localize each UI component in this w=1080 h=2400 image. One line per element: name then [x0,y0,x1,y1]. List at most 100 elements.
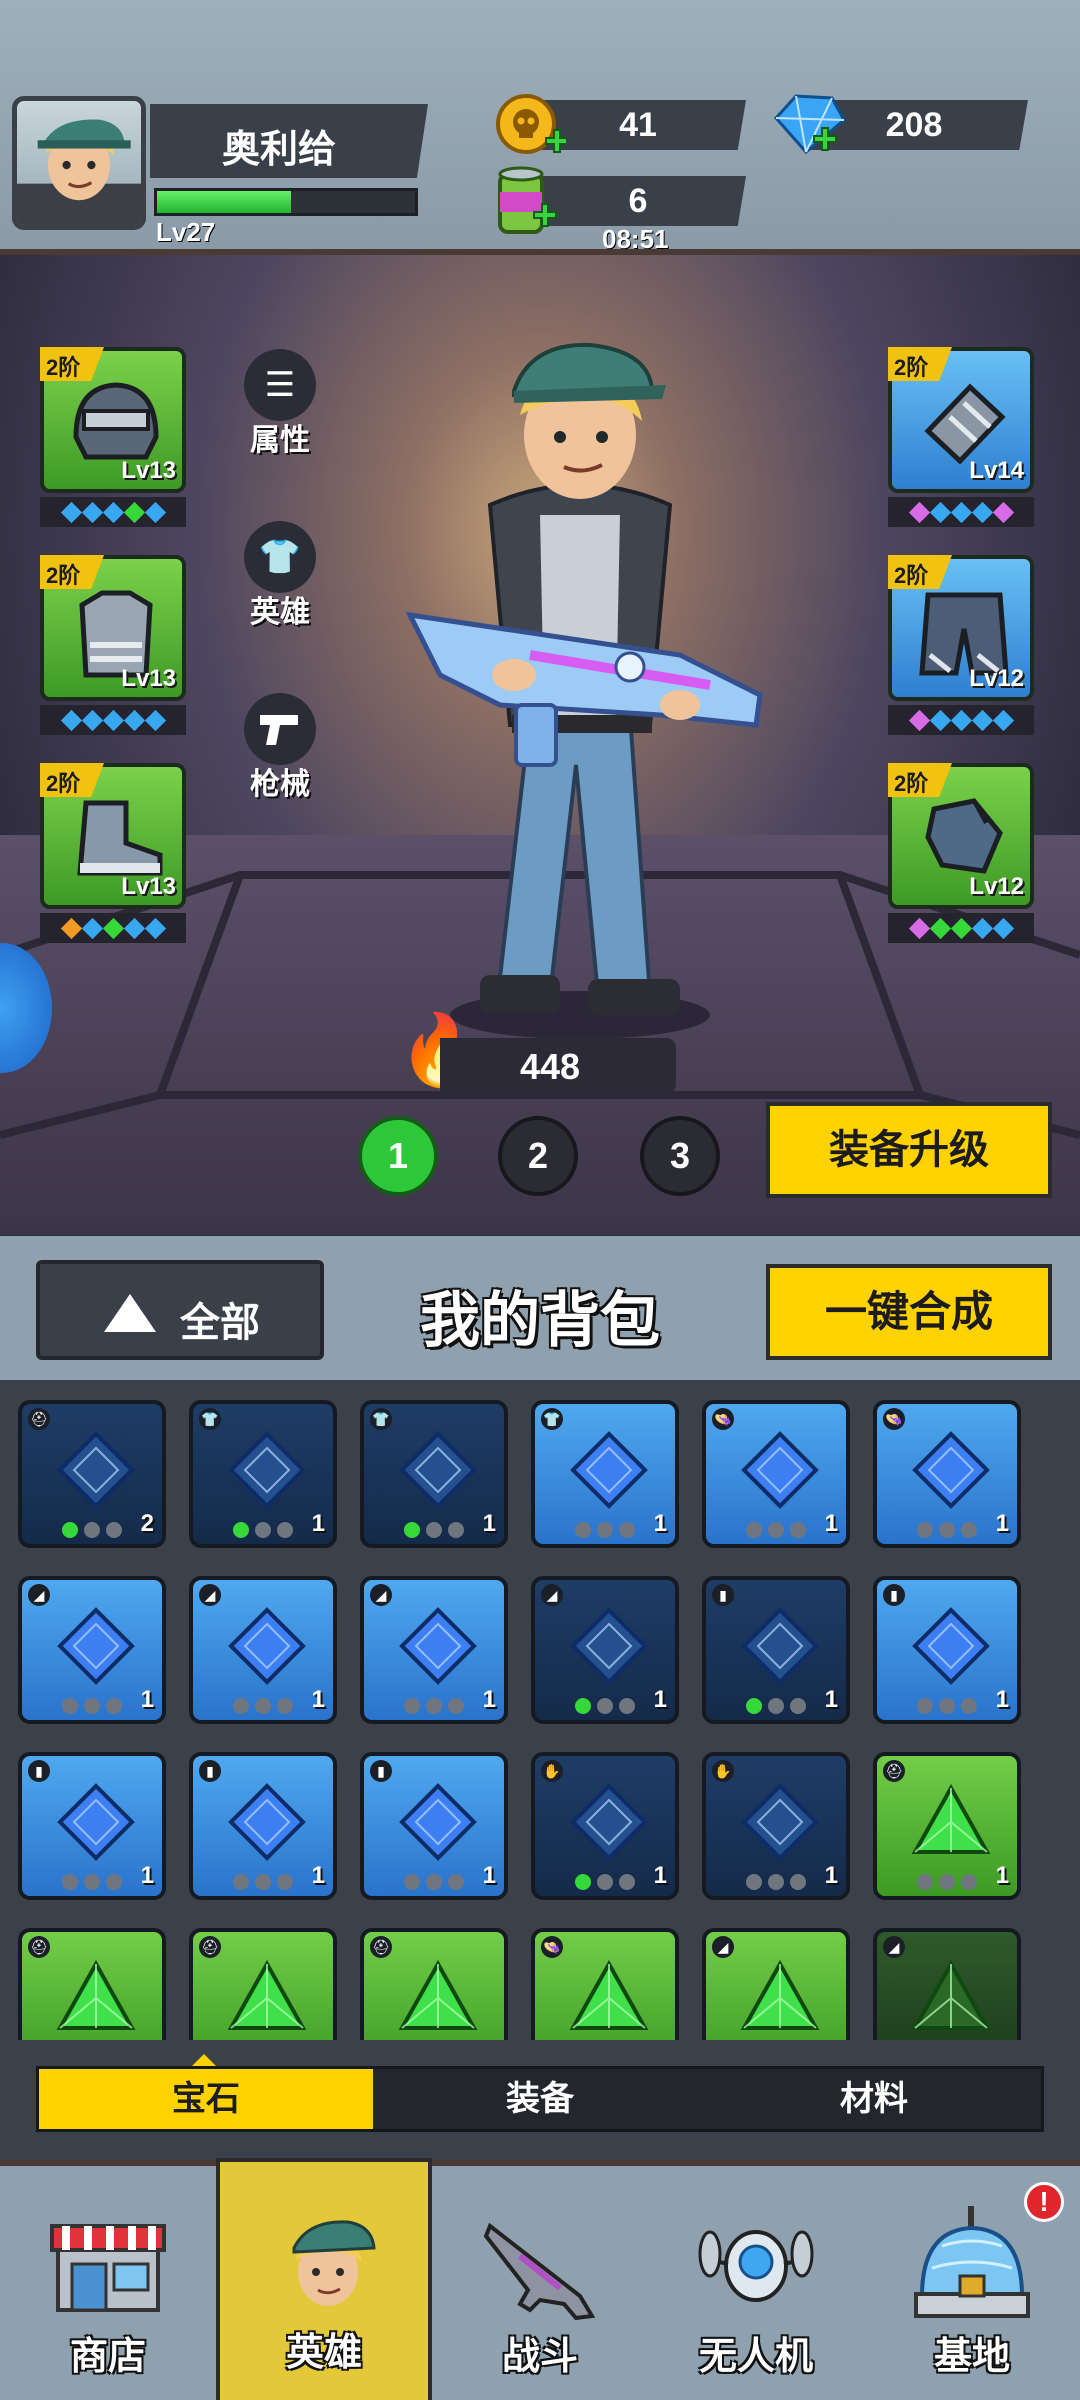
nav-shop-label: 商店 [69,2336,146,2378]
category-tabbar: 宝石 装备 材料 [0,2040,1080,2160]
equipment-slot-right-1[interactable]: 2阶 Lv14 [888,347,1034,493]
one-click-merge-button[interactable]: 一键合成 [766,1264,1052,1360]
loadout-2-button[interactable]: 2 [498,1116,578,1196]
tab-equipment[interactable]: 装备 [373,2069,707,2129]
equipment-level: Lv12 [969,873,1024,900]
equipment-slot-right-3[interactable]: 2阶 Lv12 [888,763,1034,909]
inventory-item[interactable]: 👕 1 [189,1400,337,1548]
slot-type-icon: 👕 [370,1408,392,1430]
equipment-slot-right-2[interactable]: 2阶 Lv12 [888,555,1034,701]
slot-type-icon: ⛑ [883,1760,905,1782]
inventory-item[interactable]: ✋ 1 [531,1752,679,1900]
inventory-item[interactable]: 👒 1 [702,1400,850,1548]
loadout-3-button[interactable]: 3 [640,1116,720,1196]
inventory-item[interactable]: 👒 [531,1928,679,2040]
inventory-item[interactable]: ⛑ [189,1928,337,2040]
inventory-item[interactable]: ⛑ 1 [873,1752,1021,1900]
bottom-nav: 商店 英雄 战斗 无人机 基地 [0,2158,1080,2400]
tier-badge: 2阶 [40,347,104,381]
equipment-slot-left-3[interactable]: 2阶 Lv13 [40,763,186,909]
star-dot [790,1522,806,1538]
hero-skin-label: 英雄 [250,596,310,629]
gem-socket-icon [60,917,82,939]
gem-socket-row [888,497,1034,527]
gem-socket-icon [81,917,103,939]
inventory-item[interactable]: 👕 1 [360,1400,508,1548]
gem-socket-icon [908,917,930,939]
filter-all-button[interactable]: 全部 [36,1260,324,1360]
weapons-button[interactable]: 枪械 [240,693,320,803]
attributes-button[interactable]: ☰ 属性 [240,349,320,459]
star-dot [106,1698,122,1714]
slot-type-icon: ✋ [541,1760,563,1782]
gem-socket-icon [950,917,972,939]
gem-socket-row [888,705,1034,735]
coin-value: 41 [619,106,657,144]
nav-battle[interactable]: 战斗 [432,2166,648,2400]
inventory-item[interactable]: ⛑ [360,1928,508,2040]
gem-socket-icon [992,501,1014,523]
gem-socket-icon [971,917,993,939]
nav-shop[interactable]: 商店 [0,2166,216,2400]
slot-type-icon: ▮ [370,1760,392,1782]
tier-badge: 2阶 [40,763,104,797]
nav-hero[interactable]: 英雄 [216,2158,432,2400]
item-count: 1 [824,1510,838,1537]
equipment-level: Lv13 [121,457,176,484]
star-dot [917,1698,933,1714]
energy-can-icon[interactable] [490,164,564,242]
star-dot [917,1874,933,1890]
loadout-1-button[interactable]: 1 [358,1116,438,1196]
alert-badge[interactable]: ! [1024,2182,1064,2222]
inventory-item[interactable]: ▮ 1 [360,1752,508,1900]
equipment-slot-left-1[interactable]: 2阶 Lv13 [40,347,186,493]
gem-socket-icon [908,709,930,731]
inventory-item[interactable]: ◢ 1 [18,1576,166,1724]
inventory-item[interactable]: ▮ 1 [189,1752,337,1900]
inventory-item[interactable]: ◢ [702,1928,850,2040]
equipment-upgrade-button[interactable]: 装备升级 [766,1102,1052,1198]
inventory-item[interactable]: ▮ 1 [18,1752,166,1900]
filter-label: 全部 [180,1301,260,1345]
diamond-icon[interactable] [770,90,850,162]
star-dot [575,1698,591,1714]
gem-socket-icon [950,709,972,731]
tab-materials[interactable]: 材料 [707,2069,1041,2129]
inventory-item[interactable]: ◢ 1 [360,1576,508,1724]
xp-fill [157,191,292,213]
inventory-item[interactable]: ⛑ 2 [18,1400,166,1548]
star-dot [619,1522,635,1538]
gem-socket-icon [81,501,103,523]
player-avatar[interactable] [12,96,146,230]
star-dot [448,1698,464,1714]
inventory-item[interactable]: 👕 1 [531,1400,679,1548]
inventory-item[interactable]: 👒 1 [873,1400,1021,1548]
inventory-item[interactable]: ▮ 1 [873,1576,1021,1724]
inventory-item[interactable]: ⛑ [18,1928,166,2040]
star-dot [106,1874,122,1890]
hero-skin-button[interactable]: 👕 英雄 [240,521,320,631]
star-dot [84,1522,100,1538]
inventory-item[interactable]: ◢ 1 [531,1576,679,1724]
gem-socket-icon [929,709,951,731]
item-count: 1 [311,1510,325,1537]
avatar-portrait-icon [17,119,141,225]
star-dot [597,1522,613,1538]
combat-power: 448 [440,1038,676,1094]
slot-type-icon: ◢ [28,1584,50,1606]
star-dot [961,1522,977,1538]
inventory-item[interactable]: ✋ 1 [702,1752,850,1900]
star-dot [746,1874,762,1890]
list-icon: ☰ [244,349,316,421]
slot-type-icon: ✋ [712,1760,734,1782]
equipment-slot-left-2[interactable]: 2阶 Lv13 [40,555,186,701]
inventory-item[interactable]: ◢ [873,1928,1021,2040]
star-dot [84,1874,100,1890]
nav-drone[interactable]: 无人机 [648,2166,864,2400]
star-dot [746,1698,762,1714]
tab-gems[interactable]: 宝石 [39,2069,373,2129]
slot-type-icon: 👕 [541,1408,563,1430]
inventory-item[interactable]: ◢ 1 [189,1576,337,1724]
inventory-item[interactable]: ▮ 1 [702,1576,850,1724]
skull-coin-icon[interactable] [494,92,566,164]
